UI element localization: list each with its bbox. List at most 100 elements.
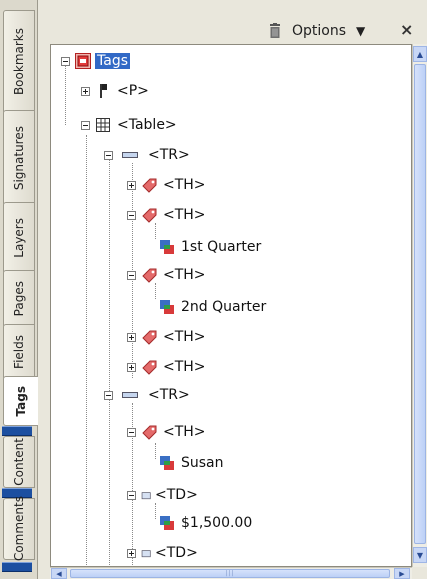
tree-connector (109, 155, 110, 565)
tree-node-label: 1st Quarter (181, 239, 262, 255)
tree-node-content[interactable]: Susan (159, 453, 226, 473)
collapse-icon[interactable] (127, 490, 136, 500)
tree-connector (155, 223, 156, 239)
tree-node-label: 2nd Quarter (181, 299, 267, 315)
vertical-scroll-thumb[interactable] (414, 64, 426, 544)
collapse-icon[interactable] (104, 150, 113, 160)
horizontal-scrollbar[interactable]: ◀ ||| ▶ (50, 567, 412, 579)
close-panel-button[interactable]: × (400, 20, 413, 39)
expand-icon[interactable] (127, 548, 136, 558)
tag-icon (142, 208, 157, 223)
tree-node-table-data[interactable]: <TD> (127, 543, 200, 563)
navigation-tab-strip: Bookmarks Signatures Layers Pages Fields… (0, 0, 38, 579)
tag-icon (142, 360, 157, 375)
tree-connector (65, 65, 66, 125)
tree-connector (155, 503, 156, 519)
tree-node-label: <TH> (163, 267, 206, 283)
tree-node-table-header[interactable]: <TH> (127, 357, 208, 377)
table-tag-icon (96, 118, 110, 132)
tab-content-label: Content (12, 438, 26, 486)
expand-icon[interactable] (127, 332, 136, 342)
tree-node-label: <Table> (117, 117, 177, 133)
tree-connector (155, 443, 156, 459)
tags-root-icon (75, 53, 91, 69)
tab-pages-label: Pages (12, 281, 26, 317)
tree-node-table-header[interactable]: <TH> (127, 205, 208, 225)
expand-icon[interactable] (81, 86, 90, 96)
collapse-icon[interactable] (104, 390, 113, 400)
tree-node-label: <TR> (148, 387, 190, 403)
expand-icon[interactable] (127, 362, 136, 372)
collapse-icon[interactable] (127, 270, 136, 280)
tree-node-label: <TD> (155, 545, 198, 561)
tab-pages[interactable]: Pages (3, 270, 35, 328)
table-cell-icon (141, 492, 151, 500)
tree-node-paragraph[interactable]: <P> (81, 81, 151, 101)
options-label: Options (292, 23, 347, 39)
collapse-icon[interactable] (127, 210, 136, 220)
tree-node-label: $1,500.00 (181, 515, 253, 531)
tab-content[interactable]: Content (3, 436, 35, 488)
content-item-icon (160, 456, 174, 470)
tree-node-content[interactable]: 1st Quarter (159, 237, 263, 257)
paragraph-tag-icon (100, 84, 107, 98)
collapse-icon[interactable] (81, 120, 90, 130)
tree-node-label: Susan (181, 455, 224, 471)
tab-comments[interactable]: Comments (3, 496, 35, 562)
tree-connector (155, 283, 156, 299)
content-item-icon (160, 300, 174, 314)
scroll-up-button[interactable]: ▲ (413, 46, 427, 62)
tab-bookmarks[interactable]: Bookmarks (3, 10, 35, 114)
tab-layers-label: Layers (12, 218, 26, 258)
tree-node-label: <TH> (163, 359, 206, 375)
tree-node-content[interactable]: 2nd Quarter (159, 297, 268, 317)
content-item-icon (160, 516, 174, 530)
scroll-down-button[interactable]: ▼ (413, 547, 427, 563)
tree-node-label: <TD> (155, 487, 198, 503)
tab-grip-bottom (2, 562, 32, 572)
tree-node-label: <P> (117, 83, 149, 99)
tree-node-label: <TH> (163, 424, 206, 440)
tab-bookmarks-label: Bookmarks (12, 28, 26, 96)
tree-node-label: <TR> (148, 147, 190, 163)
tags-tree: Tags <P> <Table> <TR> <TH> <TH> 1st Quar… (50, 44, 412, 567)
collapse-icon[interactable] (127, 427, 136, 437)
tab-fields[interactable]: Fields (3, 324, 35, 380)
scroll-right-button[interactable]: ▶ (394, 568, 410, 579)
tree-connector (86, 135, 87, 565)
options-menu-button[interactable]: Options ▼ (292, 20, 365, 42)
panel-header: Options ▼ × (38, 0, 427, 44)
triangle-down-icon: ▼ (356, 24, 366, 38)
horizontal-scroll-thumb[interactable]: ||| (70, 569, 390, 578)
collapse-icon[interactable] (61, 56, 70, 66)
tab-fields-label: Fields (12, 335, 26, 369)
tree-node-table-data[interactable]: <TD> (127, 485, 200, 505)
tree-node-table-row[interactable]: <TR> (104, 385, 192, 405)
tab-tags-label: Tags (14, 385, 28, 417)
tab-signatures[interactable]: Signatures (3, 110, 35, 206)
thumb-grip-icon: ||| (225, 570, 235, 577)
tree-node-table-header[interactable]: <TH> (127, 265, 208, 285)
tree-node-label: <TH> (163, 207, 206, 223)
tag-icon (142, 425, 157, 440)
tab-layers[interactable]: Layers (3, 202, 35, 274)
tree-node-content[interactable]: $1,500.00 (159, 513, 254, 533)
table-row-icon (122, 152, 138, 158)
tree-node-label: <TH> (163, 329, 206, 345)
tab-tags[interactable]: Tags (3, 376, 38, 426)
table-cell-icon (141, 550, 151, 558)
expand-icon[interactable] (127, 180, 136, 190)
tag-icon (142, 178, 157, 193)
tree-node-table[interactable]: <Table> (81, 115, 179, 135)
tree-node-label: Tags (95, 53, 130, 69)
tab-grip-content (2, 426, 32, 436)
trash-icon[interactable] (268, 23, 282, 39)
vertical-scrollbar[interactable]: ▲ ▼ (412, 44, 427, 567)
scroll-left-button[interactable]: ◀ (51, 568, 67, 579)
tree-node-label: <TH> (163, 177, 206, 193)
tree-node-table-row[interactable]: <TR> (104, 145, 192, 165)
tree-node-table-header[interactable]: <TH> (127, 175, 208, 195)
tree-node-table-header[interactable]: <TH> (127, 422, 208, 442)
tree-node-tags-root[interactable]: Tags (61, 51, 130, 71)
tree-node-table-header[interactable]: <TH> (127, 327, 208, 347)
